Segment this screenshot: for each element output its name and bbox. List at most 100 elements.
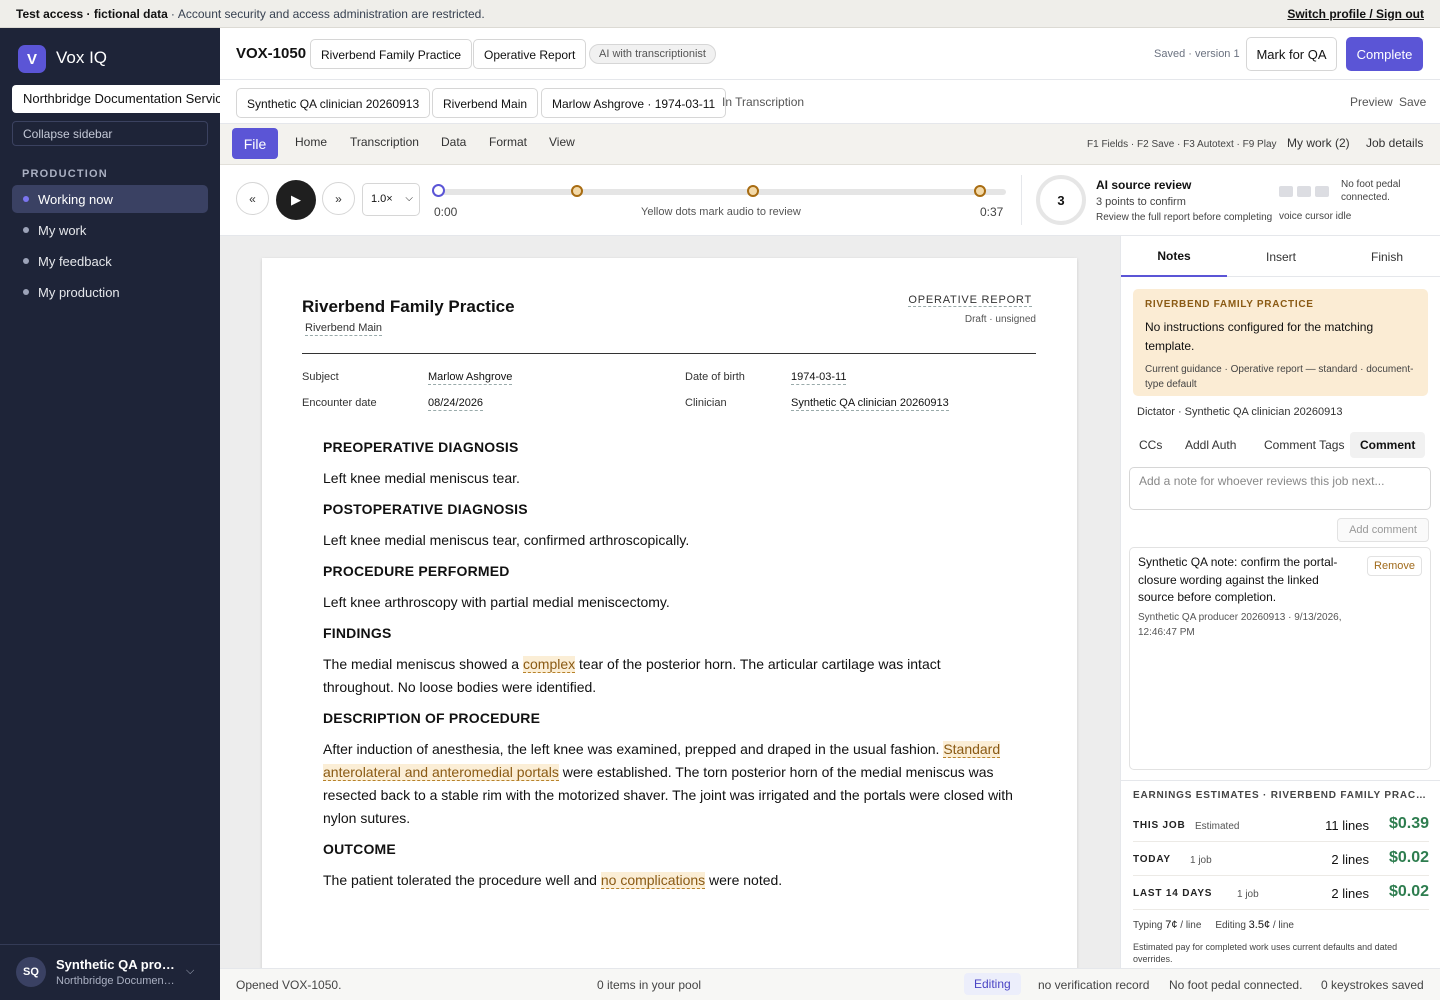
report-type-label[interactable]: OPERATIVE REPORT	[908, 294, 1032, 307]
text-run: The medial meniscus showed a	[323, 656, 523, 672]
user-menu[interactable]: SQ Synthetic QA producer 20260913 Northb…	[0, 944, 220, 1000]
comment-list: Synthetic QA note: confirm the portal-cl…	[1129, 547, 1431, 770]
tab-transcription[interactable]: Transcription	[350, 135, 419, 149]
sidebar-item-my-feedback[interactable]: My feedback	[12, 247, 208, 275]
clinician-field[interactable]: Synthetic QA clinician 20260913	[791, 397, 949, 411]
review-marker[interactable]	[571, 185, 584, 197]
section-text[interactable]: Left knee arthroscopy with partial media…	[323, 591, 1013, 614]
ai-review-highlight[interactable]: no complications	[600, 872, 706, 889]
org-selector[interactable]: Northbridge Documentation Services	[12, 85, 220, 113]
switch-profile-link[interactable]: Switch profile / Sign out	[1287, 7, 1424, 21]
earnings-header: EARNINGS ESTIMATES · RIVERBEND FAMILY PR…	[1133, 790, 1429, 801]
earnings-estimates: EARNINGS ESTIMATES · RIVERBEND FAMILY PR…	[1121, 780, 1440, 968]
mode-badge: AI with transcriptionist	[589, 44, 716, 64]
mark-for-qa-button[interactable]: Mark for QA	[1246, 37, 1337, 71]
earnings-sub: Estimated	[1195, 821, 1240, 832]
encounter-date-field[interactable]: 08/24/2026	[428, 397, 484, 411]
ai-review-title: AI source review	[1096, 178, 1192, 192]
preview-link[interactable]: Preview	[1350, 95, 1393, 109]
earnings-label: TODAY	[1133, 854, 1171, 865]
sidebar-item-label: My work	[38, 222, 87, 238]
tab-format[interactable]: Format	[489, 135, 527, 149]
patient-chip[interactable]: Marlow Ashgrove · 1974-03-11	[541, 88, 727, 118]
review-marker[interactable]	[974, 185, 987, 197]
sidebar-item-working-now[interactable]: Working now	[12, 185, 208, 213]
section-text[interactable]: After induction of anesthesia, the left …	[323, 738, 1013, 830]
save-link[interactable]: Save	[1399, 95, 1426, 109]
sidebar-item-label: My feedback	[38, 253, 112, 269]
divider	[1021, 175, 1022, 225]
report-location[interactable]: Riverbend Main	[305, 322, 383, 336]
report-body[interactable]: PREOPERATIVE DIAGNOSIS Left knee medial …	[323, 436, 1013, 900]
sidebar-item-my-production[interactable]: My production	[12, 278, 208, 306]
voice-cursor-status: voice cursor idle	[1279, 211, 1352, 222]
playhead-handle[interactable]	[432, 184, 445, 197]
subject-field[interactable]: Marlow Ashgrove	[428, 371, 513, 385]
bullet-icon	[23, 289, 29, 295]
report-page[interactable]: Riverbend Family Practice Riverbend Main…	[262, 258, 1077, 968]
add-comment-button[interactable]: Add comment	[1337, 518, 1429, 542]
banner-strong: Test access · fictional data	[16, 6, 168, 21]
pedal-left-icon	[1279, 186, 1293, 197]
remove-comment-button[interactable]: Remove	[1367, 556, 1422, 576]
forward-button[interactable]: »	[322, 182, 355, 215]
earnings-lines: 2 lines	[1331, 886, 1369, 901]
dictator-line: Dictator · Synthetic QA clinician 202609…	[1137, 406, 1343, 418]
collapse-sidebar-button[interactable]: Collapse sidebar	[12, 121, 208, 146]
job-id: VOX-1050	[236, 45, 307, 62]
report-type-chip[interactable]: Operative Report	[473, 39, 587, 69]
tab-notes[interactable]: Notes	[1121, 236, 1227, 277]
note-body: No instructions configured for the match…	[1145, 320, 1374, 353]
review-marker[interactable]	[747, 185, 760, 197]
tab-finish[interactable]: Finish	[1334, 236, 1440, 277]
tab-view[interactable]: View	[549, 135, 575, 149]
note-title: RIVERBEND FAMILY PRACTICE	[1145, 299, 1314, 310]
dob-field[interactable]: 1974-03-11	[791, 371, 847, 385]
rewind-button[interactable]: «	[236, 182, 269, 215]
comment-text: Synthetic QA note: confirm the portal-cl…	[1138, 555, 1338, 604]
chevron-down-icon[interactable]: ⌵	[186, 965, 194, 978]
play-button[interactable]: ▶	[276, 180, 316, 220]
section-heading: PREOPERATIVE DIAGNOSIS	[323, 439, 519, 455]
status-opened: Opened VOX-1050.	[236, 978, 342, 992]
tab-data[interactable]: Data	[441, 135, 466, 149]
subtab-comment-tags[interactable]: Comment Tags	[1254, 432, 1354, 458]
per-line: / line	[1272, 920, 1294, 931]
practice-chip[interactable]: Riverbend Family Practice	[310, 39, 473, 69]
earnings-sub: 1 job	[1237, 889, 1259, 900]
my-work-link[interactable]: My work (2)	[1287, 136, 1350, 150]
earnings-amount: $0.02	[1388, 849, 1429, 866]
clinician-chip[interactable]: Synthetic QA clinician 20260913	[236, 88, 431, 118]
sidebar-item-my-work[interactable]: My work	[12, 216, 208, 244]
tab-file[interactable]: File	[232, 128, 278, 159]
status-bar: Opened VOX-1050. 0 items in your pool Ed…	[220, 968, 1440, 1000]
encounter-label: Encounter date	[302, 397, 377, 409]
time-start: 0:00	[434, 205, 458, 219]
tab-insert[interactable]: Insert	[1228, 236, 1334, 277]
tab-home[interactable]: Home	[295, 135, 327, 149]
text-run: After induction of anesthesia, the left …	[323, 741, 944, 757]
section-text[interactable]: The patient tolerated the procedure well…	[323, 869, 1013, 892]
ai-review-instruction: Review the full report before completing	[1096, 212, 1273, 223]
speed-select[interactable]: 1.0× ⌵	[362, 183, 420, 216]
text-run: were noted.	[705, 872, 783, 888]
audio-scrubber[interactable]	[438, 189, 1006, 195]
typing-label: Typing	[1133, 920, 1163, 931]
section-text[interactable]: Left knee medial meniscus tear.	[323, 467, 1013, 490]
editing-rate: 3.5¢	[1248, 919, 1271, 931]
section-text[interactable]: The medial meniscus showed a complex tea…	[323, 653, 1013, 699]
ai-review-highlight[interactable]: complex	[523, 656, 576, 673]
job-details-link[interactable]: Job details	[1366, 136, 1423, 150]
earnings-label: LAST 14 DAYS	[1133, 888, 1213, 899]
dob-label: Date of birth	[685, 371, 745, 383]
subtab-comment[interactable]: Comment	[1350, 432, 1426, 458]
audio-player: « ▶ » 1.0× ⌵ 0:00 Yellow dots mark audio …	[220, 165, 1440, 236]
complete-button[interactable]: Complete	[1346, 37, 1423, 71]
section-text[interactable]: Left knee medial meniscus tear, confirme…	[323, 529, 1013, 552]
clinician-label: Clinician	[685, 397, 727, 409]
subtab-addl-auth[interactable]: Addl Auth	[1175, 432, 1246, 458]
subtab-ccs[interactable]: CCs	[1129, 432, 1172, 458]
comment-input[interactable]: Add a note for whoever reviews this job …	[1129, 467, 1431, 510]
location-chip[interactable]: Riverbend Main	[432, 88, 539, 118]
bullet-icon	[23, 196, 29, 202]
